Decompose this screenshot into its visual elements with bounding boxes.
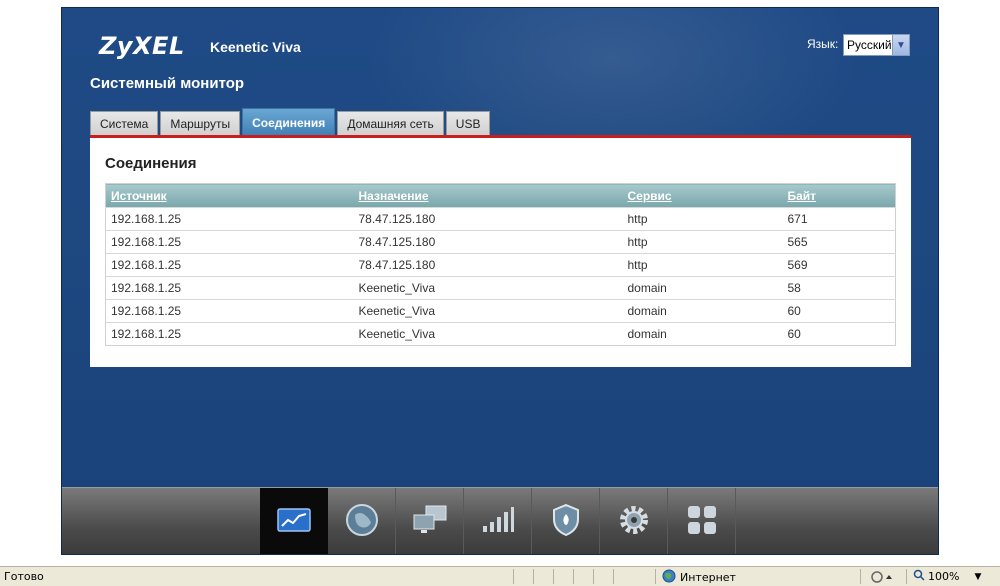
zoom-control[interactable]: 100% ▼ [913,569,981,584]
cell-destination: Keenetic_Viva [353,322,623,346]
tab-usb[interactable]: USB [445,111,491,136]
status-divider [553,569,554,584]
zone-label: Интернет [680,571,736,584]
column-header-service[interactable]: Сервис [622,183,783,208]
device-model: Keenetic Viva [210,39,301,55]
table-header-row: Источник Назначение Сервис Байт [105,183,896,208]
table-row: 192.168.1.25 78.47.125.180 http 569 [105,253,896,277]
cell-service: domain [622,299,783,323]
internet-globe-icon [662,569,676,586]
table-row: 192.168.1.25 Keenetic_Viva domain 60 [105,299,896,323]
browser-status-bar: Готово Интернет 100% ▼ [0,566,1000,586]
nav-system-settings[interactable] [600,488,668,554]
status-divider [533,569,534,584]
protected-mode-icon[interactable] [870,569,896,586]
zoom-magnifier-icon [913,569,925,584]
connections-table: Источник Назначение Сервис Байт 192.168.… [105,183,896,346]
column-header-destination[interactable]: Назначение [353,183,623,208]
tab-bar: Система Маршруты Соединения Домашняя сет… [90,108,492,136]
nav-wifi[interactable] [464,488,532,554]
nav-applications[interactable] [668,488,736,554]
cell-bytes: 60 [782,299,896,323]
column-header-source[interactable]: Источник [105,183,354,208]
cell-service: http [622,230,783,254]
language-label: Язык: [807,37,839,51]
tab-connections[interactable]: Соединения [242,108,336,136]
cell-service: domain [622,322,783,346]
cell-destination: 78.47.125.180 [353,207,623,231]
status-text: Готово [4,570,44,583]
section-title: Соединения [105,155,197,172]
nav-system-monitor[interactable] [260,488,328,554]
language-select[interactable]: Русский ▼ [843,34,910,56]
router-admin-window: ZyXEL Keenetic Viva Язык: Русский ▼ Сист… [61,7,939,555]
cell-bytes: 671 [782,207,896,231]
status-divider [593,569,594,584]
cell-destination: 78.47.125.180 [353,253,623,277]
status-divider [655,569,656,584]
cell-destination: Keenetic_Viva [353,276,623,300]
nav-home-network[interactable] [396,488,464,554]
cell-source: 192.168.1.25 [105,207,354,231]
tab-home-network[interactable]: Домашняя сеть [337,111,444,136]
cell-service: http [622,207,783,231]
cell-service: domain [622,276,783,300]
cell-destination: 78.47.125.180 [353,230,623,254]
chevron-down-icon[interactable]: ▼ [892,35,909,55]
cell-source: 192.168.1.25 [105,322,354,346]
content-panel: Соединения Источник Назначение Сервис Ба… [90,138,911,367]
column-header-bytes[interactable]: Байт [782,183,896,208]
monitor-chart-icon [276,508,311,537]
security-zone[interactable]: Интернет [662,569,736,586]
cell-source: 192.168.1.25 [105,253,354,277]
security-shield-icon [552,503,580,541]
apps-grid-icon [687,505,717,540]
globe-internet-icon [345,503,379,542]
status-divider [860,569,861,584]
zoom-level: 100% [928,570,960,583]
language-value: Русский [847,38,892,52]
tab-routes[interactable]: Маршруты [160,111,241,136]
chevron-down-icon[interactable]: ▼ [974,572,981,582]
cell-destination: Keenetic_Viva [353,299,623,323]
table-row: 192.168.1.25 Keenetic_Viva domain 58 [105,276,896,300]
bottom-navigation [62,487,938,554]
nav-internet[interactable] [328,488,396,554]
table-row: 192.168.1.25 Keenetic_Viva domain 60 [105,322,896,346]
status-divider [513,569,514,584]
tab-system[interactable]: Система [90,111,159,136]
cell-source: 192.168.1.25 [105,230,354,254]
cell-bytes: 569 [782,253,896,277]
zyxel-logo: ZyXEL [99,32,185,60]
cell-service: http [622,253,783,277]
cell-source: 192.168.1.25 [105,276,354,300]
table-row: 192.168.1.25 78.47.125.180 http 565 [105,230,896,254]
status-divider [906,569,907,584]
wifi-signal-bars-icon [481,506,515,539]
system-gear-icon [618,504,650,541]
cell-bytes: 565 [782,230,896,254]
cell-bytes: 60 [782,322,896,346]
nav-security[interactable] [532,488,600,554]
cell-source: 192.168.1.25 [105,299,354,323]
status-divider [613,569,614,584]
page-title: Системный монитор [90,75,245,92]
status-divider [573,569,574,584]
cell-bytes: 58 [782,276,896,300]
table-row: 192.168.1.25 78.47.125.180 http 671 [105,207,896,231]
home-network-computers-icon [412,504,448,541]
